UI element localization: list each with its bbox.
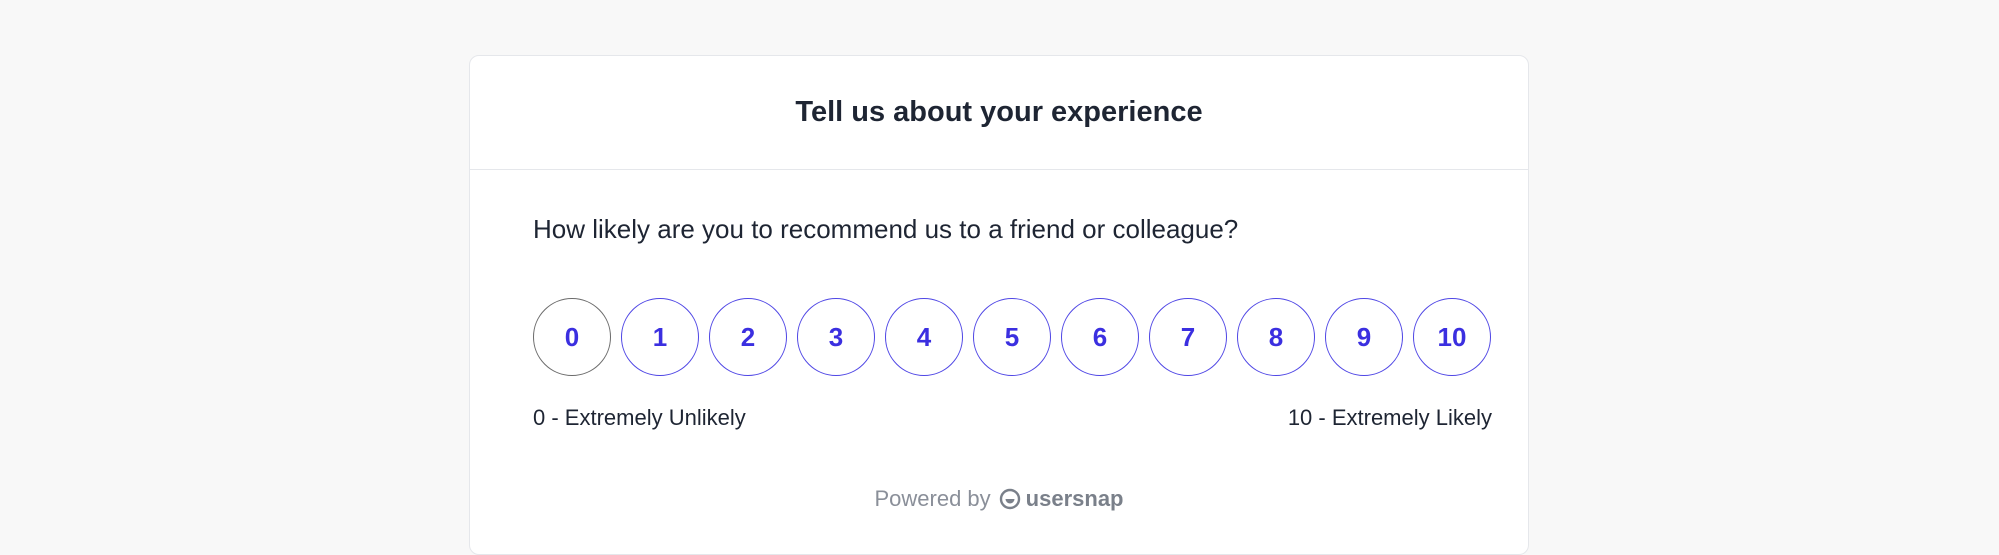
powered-by-footer: Powered by usersnap [470, 486, 1528, 512]
nps-option-6[interactable]: 6 [1061, 298, 1139, 376]
nps-option-3[interactable]: 3 [797, 298, 875, 376]
nps-option-9[interactable]: 9 [1325, 298, 1403, 376]
nps-option-2[interactable]: 2 [709, 298, 787, 376]
nps-option-4[interactable]: 4 [885, 298, 963, 376]
question-text: How likely are you to recommend us to a … [533, 214, 1239, 244]
survey-title: Tell us about your experience [795, 96, 1203, 128]
nps-option-5[interactable]: 5 [973, 298, 1051, 376]
survey-card: Tell us about your experience How likely… [469, 55, 1529, 555]
brand-name: usersnap [1025, 486, 1124, 511]
nps-option-7[interactable]: 7 [1149, 298, 1227, 376]
nps-option-0[interactable]: 0 [533, 298, 611, 376]
nps-option-1[interactable]: 1 [621, 298, 699, 376]
powered-by-label: Powered by [874, 486, 991, 511]
scale-legend-high: 10 - Extremely Likely [1287, 405, 1492, 430]
nps-scale: 0 1 2 3 4 5 6 7 8 9 10 [533, 298, 1491, 376]
scale-legend-low: 0 - Extremely Unlikely [533, 405, 746, 430]
survey-header: Tell us about your experience [470, 56, 1528, 170]
usersnap-logo-icon [999, 488, 1021, 510]
nps-option-8[interactable]: 8 [1237, 298, 1315, 376]
nps-option-10[interactable]: 10 [1413, 298, 1491, 376]
brand-link[interactable]: usersnap [999, 486, 1124, 512]
